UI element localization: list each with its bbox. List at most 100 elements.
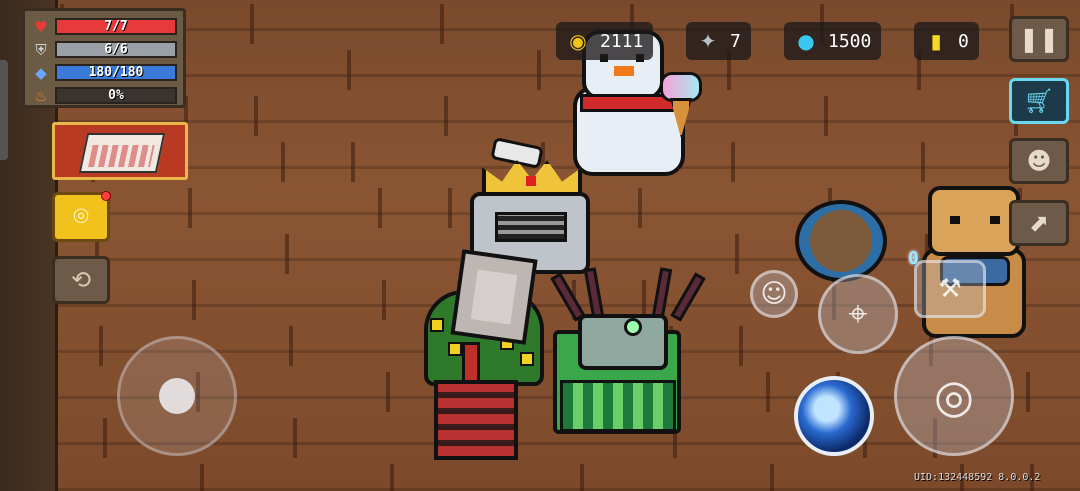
gold-coin-icon: ◉: [569, 29, 587, 53]
gold-counter: ◉ 2111: [556, 22, 654, 60]
plank-seam: [440, 4, 444, 44]
gem-icon: ●: [797, 29, 815, 53]
knight-visor: [495, 212, 567, 242]
plank-seam: [254, 96, 258, 136]
pause-icon: ❚❚: [1018, 25, 1060, 53]
token-icon: ▮: [930, 29, 942, 53]
cooking-pot[interactable]: [795, 200, 887, 282]
armor-text: 6/6: [104, 42, 128, 57]
plank-seam: [386, 372, 390, 412]
profile-card-icon: ☻: [1026, 147, 1052, 175]
energy-text: 180/180: [88, 65, 144, 80]
plant-flower: [448, 342, 462, 356]
calendar-icon: [78, 133, 166, 173]
plank-seam: [103, 418, 107, 458]
exit-button[interactable]: ⬈: [1009, 200, 1069, 246]
energy-bar: 180/180: [55, 64, 177, 81]
smiley-icon: ☺: [760, 279, 788, 309]
diamond-icon: ◆: [35, 63, 47, 82]
health-row: ♥ 7/7: [31, 15, 177, 38]
swap-icon: ⟲: [70, 266, 92, 294]
aim-button[interactable]: ⌖: [818, 274, 898, 354]
druid-gem: [624, 318, 642, 336]
shopping-cart-icon: 🛒︎: [1023, 87, 1055, 115]
plank-seam: [638, 188, 642, 228]
plank-seam: [1026, 372, 1030, 412]
joystick-knob[interactable]: [159, 378, 195, 414]
plank-seam: [735, 234, 739, 274]
gem-counter: ● 1500: [784, 22, 882, 60]
flame-icon: ♨: [34, 86, 48, 105]
plank-seam: [347, 50, 351, 90]
shield-icon: ⛨: [35, 40, 47, 59]
target-icon: ◎: [933, 369, 975, 423]
gem-value: 1500: [828, 30, 872, 52]
notification-dot: [101, 191, 111, 201]
plank-seam: [537, 50, 541, 90]
plank-seam: [289, 326, 293, 366]
pause-button[interactable]: ❚❚: [1009, 16, 1069, 62]
plank-seam: [921, 142, 925, 182]
plank-seam: [766, 372, 770, 412]
plank-seam: [250, 4, 254, 44]
armor-bar: 6/6: [55, 41, 177, 58]
screen-edge-handle: [0, 60, 8, 160]
calendar-event-button[interactable]: [52, 122, 188, 180]
fish-icon: ✦: [699, 29, 717, 53]
energy-row: ◆ 180/180: [31, 61, 177, 84]
plant-pot: [434, 380, 518, 460]
emote-button[interactable]: ☺: [750, 270, 798, 318]
plank-seam: [770, 464, 774, 491]
druid-robe: [560, 380, 676, 432]
plank-seam: [448, 188, 452, 228]
stats-panel: ♥ 7/7 ⛨ 6/6 ◆ 180/180 ♨ 0%: [22, 8, 186, 108]
skill-button[interactable]: [794, 376, 874, 456]
armor-row: ⛨ 6/6: [31, 38, 177, 61]
gold-value: 2111: [600, 30, 644, 52]
health-text: 7/7: [104, 19, 128, 34]
icecream-cone: [660, 72, 702, 142]
plank-seam: [580, 464, 584, 491]
rage-text: 0%: [108, 88, 124, 103]
plank-seam: [390, 464, 394, 491]
plank-seam: [444, 96, 448, 136]
plank-seam: [382, 280, 386, 320]
plank-seam: [192, 280, 196, 320]
plank-seam: [285, 234, 289, 274]
plank-seam: [188, 188, 192, 228]
weapon-switch-button[interactable]: ⚒: [914, 260, 986, 318]
rage-bar: 0%: [55, 87, 177, 104]
shop-button[interactable]: 🛒︎: [1009, 78, 1069, 124]
fish-value: 7: [730, 30, 741, 52]
plant-flower: [520, 352, 534, 366]
plank-seam: [293, 418, 297, 458]
plank-seam: [739, 326, 743, 366]
heart-icon: ♥: [34, 17, 48, 36]
crosshair-icon: ⌖: [848, 294, 868, 334]
rage-row: ♨ 0%: [31, 84, 177, 107]
plank-seam: [378, 188, 382, 228]
fish-counter: ✦ 7: [686, 22, 751, 60]
uid-label: UID:132448592 8.0.0.2: [914, 472, 1041, 483]
crown-gem: [526, 176, 536, 186]
plant-flower: [430, 318, 444, 332]
token-value: 0: [958, 30, 969, 52]
attack-button[interactable]: ◎: [894, 336, 1014, 456]
token-counter: ▮ 0: [914, 22, 979, 60]
profile-button[interactable]: ☻: [1009, 138, 1069, 184]
weapon-icon: ⚒: [938, 274, 962, 304]
health-bar: 7/7: [55, 18, 177, 35]
knight-shield: [450, 249, 538, 345]
map-pin-icon: ⌾: [73, 201, 89, 232]
plank-seam: [351, 142, 355, 182]
location-button[interactable]: ⌾: [52, 191, 111, 242]
swap-character-button[interactable]: ⟲: [52, 256, 110, 304]
druid-face: [578, 314, 668, 370]
exit-stairs-icon: ⬈: [1028, 209, 1050, 237]
plank-seam: [200, 464, 204, 491]
plank-seam: [99, 326, 103, 366]
plank-seam: [731, 142, 735, 182]
plank-seam: [824, 96, 828, 136]
snowman-nose: [614, 66, 634, 76]
plank-seam: [281, 142, 285, 182]
